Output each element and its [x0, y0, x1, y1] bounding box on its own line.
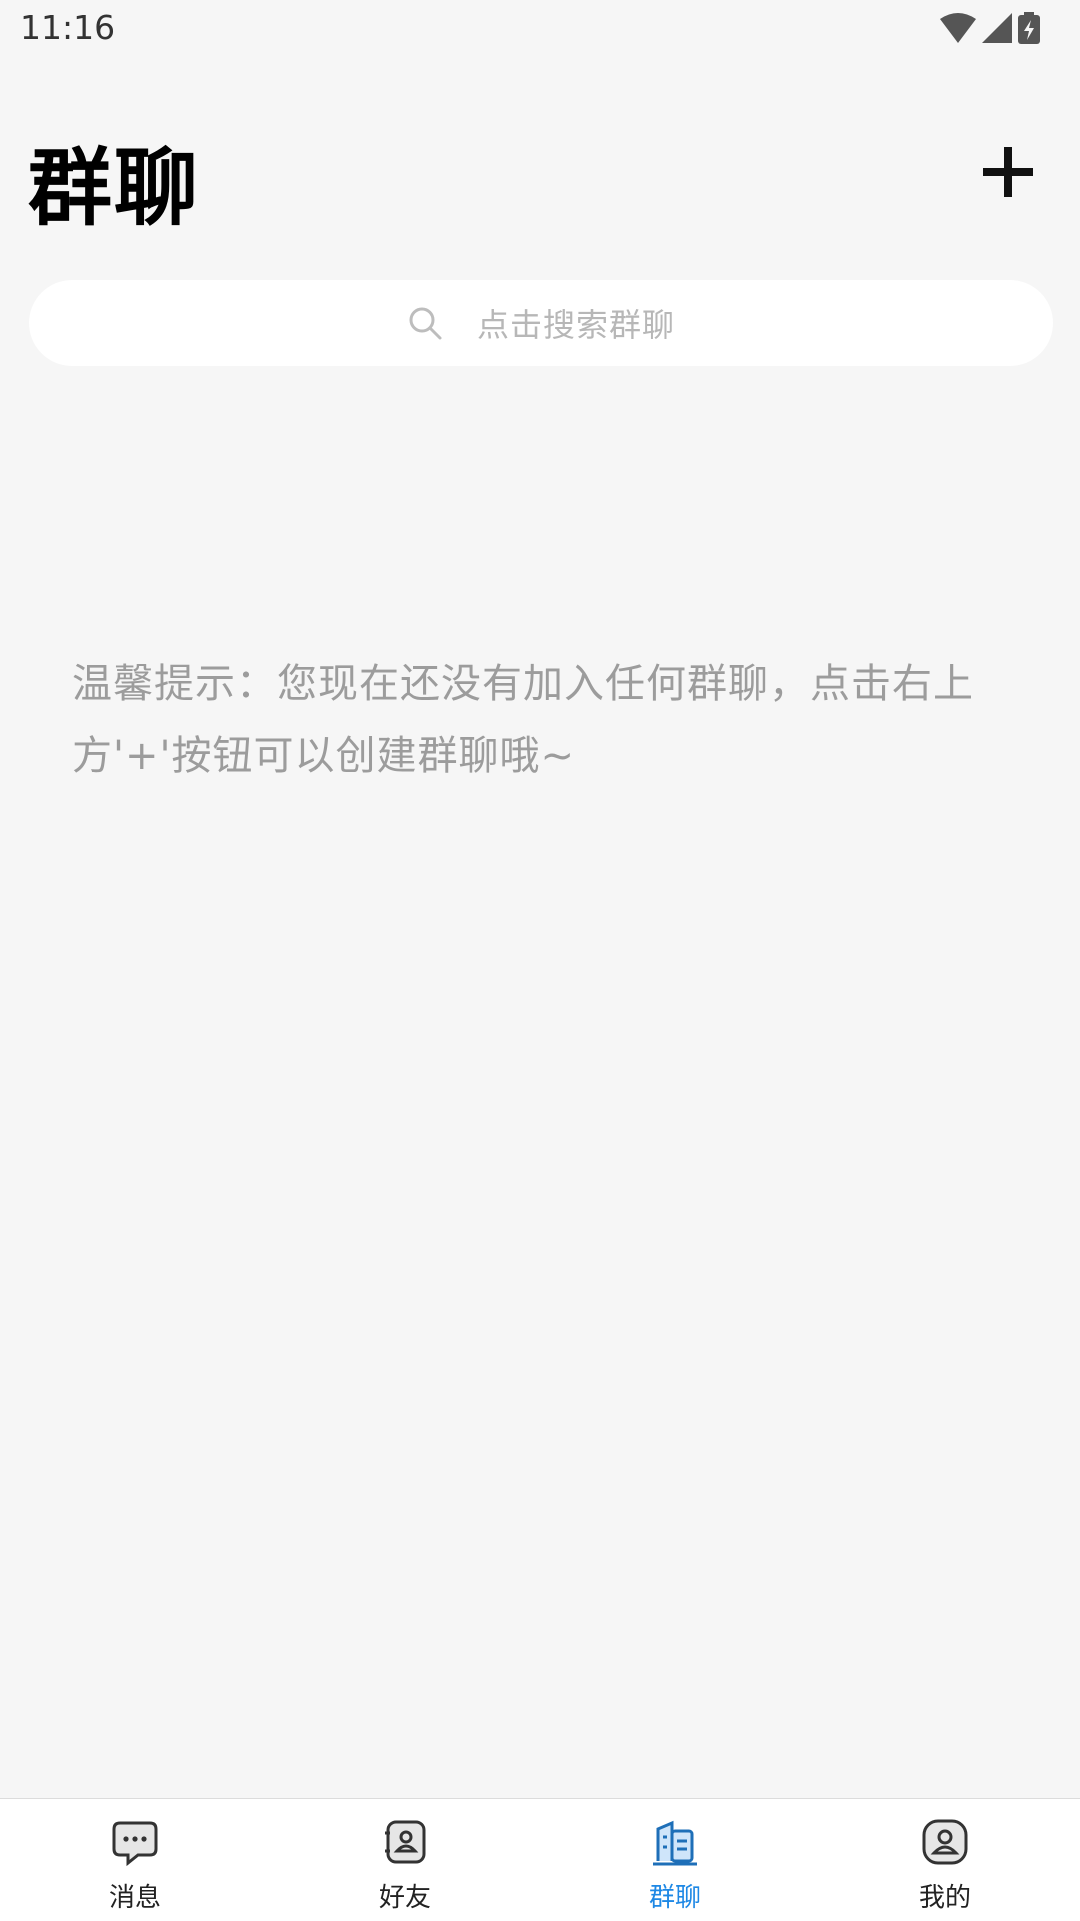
nav-label-friends: 好友 [378, 1883, 431, 1913]
nav-label-profile: 我的 [918, 1883, 971, 1913]
nav-item-profile[interactable]: 我的 [810, 1799, 1080, 1921]
nav-item-friends[interactable]: 好友 [270, 1799, 540, 1921]
search-bar[interactable]: 点击搜索群聊 [29, 280, 1053, 366]
group-chat-icon [653, 1820, 697, 1866]
status-icons [940, 10, 1040, 46]
search-icon [407, 305, 443, 341]
battery-charging-icon [1018, 12, 1040, 44]
contacts-icon [385, 1820, 426, 1864]
chat-bubble-icon [112, 1821, 158, 1867]
plus-icon [983, 147, 1033, 197]
nav-label-groups: 群聊 [648, 1883, 701, 1913]
wifi-icon [940, 13, 976, 43]
search-placeholder: 点击搜索群聊 [476, 306, 675, 344]
nav-label-messages: 消息 [108, 1883, 161, 1913]
profile-icon [922, 1819, 968, 1865]
nav-item-groups[interactable]: 群聊 [540, 1799, 810, 1921]
nav-item-messages[interactable]: 消息 [0, 1799, 270, 1921]
cellular-signal-icon [982, 13, 1012, 43]
bottom-nav: 消息 好友 群聊 我的 [0, 1798, 1080, 1921]
empty-state-hint: 温馨提示：您现在还没有加入任何群聊，点击右上方'+'按钮可以创建群聊哦~ [72, 661, 974, 779]
page-title: 群聊 [28, 139, 201, 237]
status-bar: 11:16 [0, 0, 1080, 60]
status-time: 11:16 [20, 8, 116, 47]
add-group-button[interactable] [966, 140, 1050, 204]
